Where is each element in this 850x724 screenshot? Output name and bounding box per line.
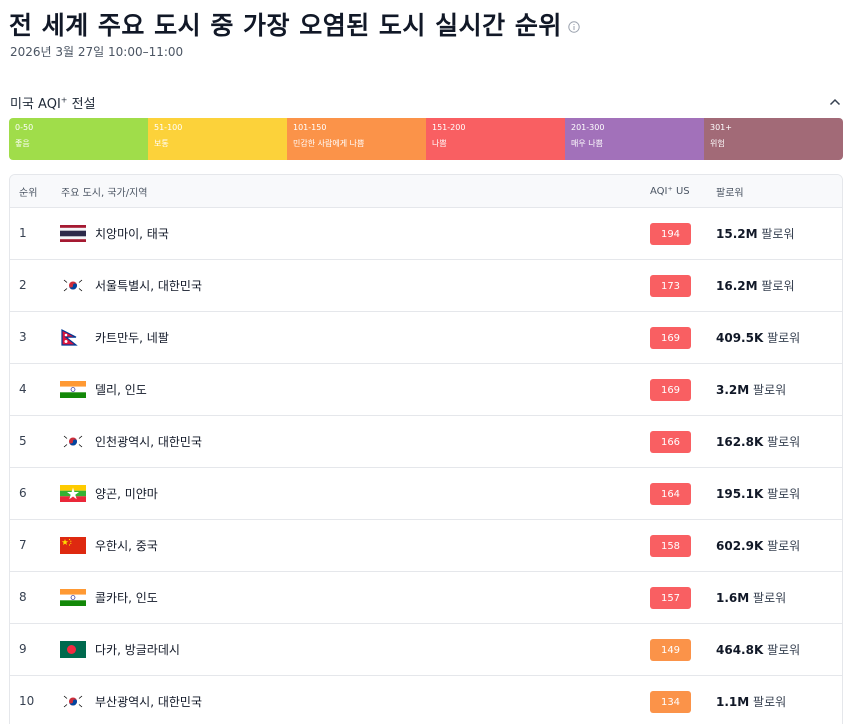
legend-title: 미국 AQI+ 전설 xyxy=(10,95,96,112)
aqi-legend-scale: 0-50 좋음 51-100 보통 101-150 민감한 사람에게 나쁨 151-2… xyxy=(9,118,843,160)
rank-number: 1 xyxy=(19,226,27,240)
rank-number: 6 xyxy=(19,486,27,500)
aqi-badge: 169 xyxy=(650,327,691,349)
rank-number: 4 xyxy=(19,382,27,396)
china-flag xyxy=(60,537,86,554)
rank-number: 5 xyxy=(19,434,27,448)
bangladesh-flag xyxy=(60,641,86,658)
legend-segment: 151-200 나쁨 xyxy=(426,118,565,160)
table-row[interactable]: 4 델리, 인도 169 3.2M 팔로워 xyxy=(10,364,842,416)
south-korea-flag xyxy=(60,433,86,450)
legend-segment: 101-150 민감한 사람에게 나쁨 xyxy=(287,118,426,160)
info-icon[interactable] xyxy=(568,18,580,33)
followers-count: 15.2M 팔로워 xyxy=(716,227,795,241)
city-name[interactable]: 델리, 인도 xyxy=(95,381,147,398)
nepal-flag xyxy=(60,329,86,346)
header-rank[interactable]: 순위 xyxy=(19,184,37,199)
header-followers[interactable]: 팔로워 xyxy=(716,184,744,199)
aqi-badge: 158 xyxy=(650,535,691,557)
india-flag xyxy=(60,381,86,398)
rank-number: 7 xyxy=(19,538,27,552)
table-row[interactable]: 9 다카, 방글라데시 149 464.8K 팔로워 xyxy=(10,624,842,676)
table-row[interactable]: 5 인천광역시, 대한민국 166 162.8K 팔로워 xyxy=(10,416,842,468)
city-name[interactable]: 다카, 방글라데시 xyxy=(95,641,180,658)
rank-number: 10 xyxy=(19,694,35,708)
followers-count: 464.8K 팔로워 xyxy=(716,643,801,657)
india-flag xyxy=(60,589,86,606)
rank-number: 3 xyxy=(19,330,27,344)
legend-segment: 51-100 보통 xyxy=(148,118,287,160)
header-city[interactable]: 주요 도시, 국가/지역 xyxy=(61,184,148,199)
aqi-badge: 194 xyxy=(650,223,691,245)
city-name[interactable]: 양곤, 미얀마 xyxy=(95,485,158,502)
city-name[interactable]: 콜카타, 인도 xyxy=(95,589,158,606)
city-name[interactable]: 카트만두, 네팔 xyxy=(95,329,169,346)
followers-count: 409.5K 팔로워 xyxy=(716,331,801,345)
city-name[interactable]: 우한시, 중국 xyxy=(95,537,158,554)
legend-header[interactable]: 미국 AQI+ 전설 xyxy=(10,92,842,112)
aqi-badge: 173 xyxy=(650,275,691,297)
title-row: 전 세계 주요 도시 중 가장 오염된 도시 실시간 순위 xyxy=(9,6,580,42)
page-title: 전 세계 주요 도시 중 가장 오염된 도시 실시간 순위 xyxy=(9,11,562,40)
header-aqi[interactable]: AQI⁺ US xyxy=(650,186,690,197)
aqi-badge: 169 xyxy=(650,379,691,401)
followers-count: 162.8K 팔로워 xyxy=(716,435,801,449)
city-name[interactable]: 인천광역시, 대한민국 xyxy=(95,433,202,450)
rank-number: 8 xyxy=(19,590,27,604)
table-row[interactable]: 10 부산광역시, 대한민국 134 1.1M 팔로워 xyxy=(10,676,842,724)
rank-number: 9 xyxy=(19,642,27,656)
aqi-badge: 134 xyxy=(650,691,691,713)
legend-segment: 301+ 위험 xyxy=(704,118,843,160)
table-row[interactable]: 6 양곤, 미얀마 164 195.1K 팔로워 xyxy=(10,468,842,520)
followers-count: 16.2M 팔로워 xyxy=(716,279,795,293)
city-name[interactable]: 치앙마이, 태국 xyxy=(95,225,169,242)
followers-count: 3.2M 팔로워 xyxy=(716,383,787,397)
followers-count: 602.9K 팔로워 xyxy=(716,539,801,553)
aqi-badge: 166 xyxy=(650,431,691,453)
city-name[interactable]: 부산광역시, 대한민국 xyxy=(95,693,202,710)
aqi-badge: 157 xyxy=(650,587,691,609)
myanmar-flag xyxy=(60,485,86,502)
aqi-badge: 164 xyxy=(650,483,691,505)
followers-count: 1.1M 팔로워 xyxy=(716,695,787,709)
legend-segment: 201-300 매우 나쁨 xyxy=(565,118,704,160)
aqi-badge: 149 xyxy=(650,639,691,661)
followers-count: 195.1K 팔로워 xyxy=(716,487,801,501)
followers-count: 1.6M 팔로워 xyxy=(716,591,787,605)
table-row[interactable]: 7 우한시, 중국 158 602.9K 팔로워 xyxy=(10,520,842,572)
table-row[interactable]: 1 치앙마이, 태국 194 15.2M 팔로워 xyxy=(10,208,842,260)
timestamp: 2026년 3월 27일 10:00–11:00 xyxy=(10,45,184,59)
legend-segment: 0-50 좋음 xyxy=(9,118,148,160)
rank-number: 2 xyxy=(19,278,27,292)
table-row[interactable]: 8 콜카타, 인도 157 1.6M 팔로워 xyxy=(10,572,842,624)
ranking-table: 순위 주요 도시, 국가/지역 AQI⁺ US 팔로워 1 치앙마이, 태국 1… xyxy=(9,174,843,724)
table-row[interactable]: 2 서울특별시, 대한민국 173 16.2M 팔로워 xyxy=(10,260,842,312)
south-korea-flag xyxy=(60,277,86,294)
table-row[interactable]: 3 카트만두, 네팔 169 409.5K 팔로워 xyxy=(10,312,842,364)
thailand-flag xyxy=(60,225,86,242)
chevron-up-icon[interactable] xyxy=(828,95,842,109)
city-name[interactable]: 서울특별시, 대한민국 xyxy=(95,277,202,294)
table-header: 순위 주요 도시, 국가/지역 AQI⁺ US 팔로워 xyxy=(10,175,842,208)
south-korea-flag xyxy=(60,693,86,710)
